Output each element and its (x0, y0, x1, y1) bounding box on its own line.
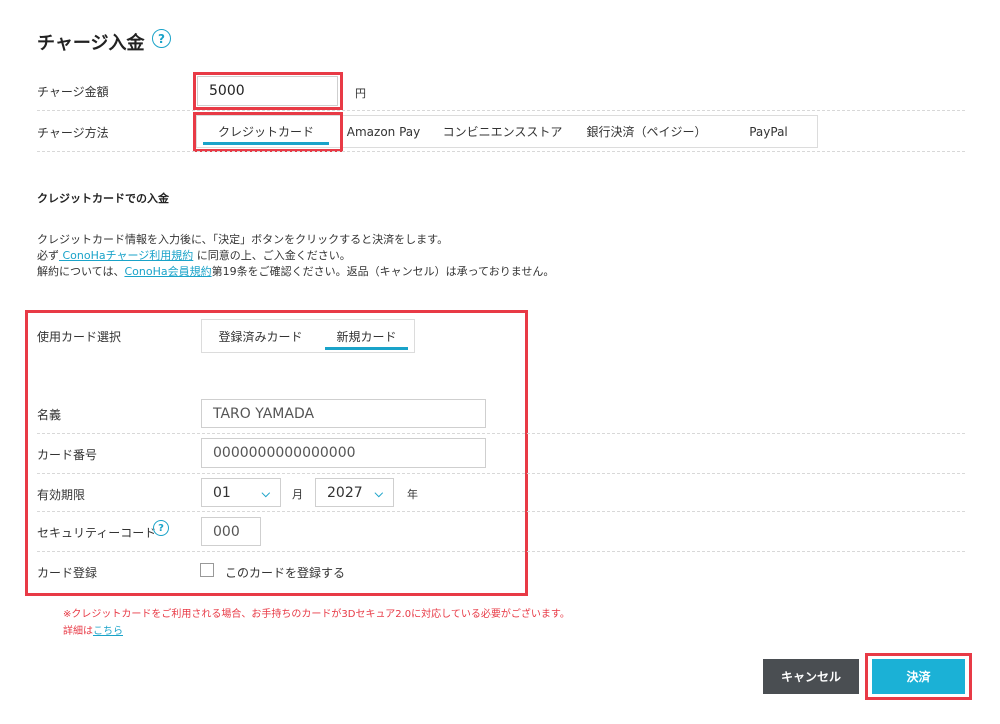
notice-details: 詳細はこちら (63, 622, 123, 637)
year-unit: 年 (407, 488, 418, 501)
card-register-label: カード登録 (37, 566, 98, 580)
member-terms-link[interactable]: ConoHa会員規約 (124, 265, 211, 278)
divider (37, 151, 965, 152)
description-line-2: 必ず ConoHaチャージ利用規約 に同意の上、ご入金ください。 (37, 247, 351, 263)
help-icon[interactable]: ? (152, 29, 171, 48)
expiry-month-value: 01 (213, 484, 231, 501)
divider (37, 433, 965, 434)
tab-bank-payeasy[interactable]: 銀行決済（ペイジー） (573, 116, 720, 147)
tab-amazon-pay[interactable]: Amazon Pay (335, 116, 432, 147)
card-name-input[interactable]: TARO YAMADA (201, 399, 486, 428)
card-number-input[interactable]: 0000000000000000 (201, 438, 486, 468)
card-select-label: 使用カード選択 (37, 330, 122, 344)
expiry-label: 有効期限 (37, 488, 86, 502)
charge-method-label: チャージ方法 (37, 126, 109, 140)
register-card-checkbox-label[interactable]: このカードを登録する (225, 564, 345, 581)
page-title: チャージ入金 (37, 33, 145, 54)
divider (37, 110, 965, 111)
card-name-label: 名義 (37, 408, 62, 422)
month-unit: 月 (292, 488, 303, 501)
section-heading: クレジットカードでの入金 (37, 192, 169, 205)
security-code-input[interactable]: 000 (201, 517, 261, 546)
cancel-button[interactable]: キャンセル (763, 659, 859, 694)
description-line-1: クレジットカード情報を入力後に、「決定」ボタンをクリックすると決済をします。 (37, 233, 449, 246)
divider (37, 473, 965, 474)
chevron-down-icon: ⌵ (261, 487, 270, 500)
card-select-tabs: 登録済みカード 新規カード (201, 319, 415, 353)
expiry-month-select[interactable]: 01 ⌵ (201, 478, 281, 507)
register-card-checkbox[interactable] (200, 563, 214, 577)
expiry-year-value: 2027 (327, 484, 363, 501)
tab-new-card[interactable]: 新規カード (319, 320, 414, 352)
highlight-box-amount (193, 72, 343, 110)
yen-unit: 円 (355, 87, 366, 100)
tab-paypal[interactable]: PayPal (720, 116, 817, 147)
expiry-year-select[interactable]: 2027 ⌵ (315, 478, 394, 507)
charge-amount-label: チャージ金額 (37, 85, 109, 99)
notice-text: 詳細は (63, 626, 93, 637)
security-code-label: セキュリティーコード (37, 526, 157, 540)
description-text: 解約については、 (37, 265, 125, 278)
help-icon[interactable]: ? (153, 520, 169, 536)
description-text: に同意の上、ご入金ください。 (193, 249, 351, 262)
description-line-3: 解約については、ConoHa会員規約第19条をご確認ください。返品（キャンセル）… (37, 263, 554, 279)
notice-3d-secure: ※クレジットカードをご利用される場合、お手持ちのカードが3Dセキュア2.0に対応… (63, 609, 570, 620)
charge-terms-link[interactable]: ConoHaチャージ利用規約 (59, 249, 193, 262)
tab-convenience-store[interactable]: コンビニエンスストア (432, 116, 573, 147)
highlight-box-credit-tab (193, 112, 343, 152)
divider (37, 551, 965, 552)
highlight-box-submit (865, 653, 972, 700)
details-link[interactable]: こちら (93, 626, 123, 637)
description-text: 第19条をご確認ください。返品（キャンセル）は承っておりません。 (211, 265, 555, 278)
divider (37, 511, 965, 512)
card-number-label: カード番号 (37, 448, 98, 462)
chevron-down-icon: ⌵ (374, 487, 383, 500)
tab-registered-card[interactable]: 登録済みカード (202, 320, 319, 352)
description-text: 必ず (37, 249, 59, 262)
